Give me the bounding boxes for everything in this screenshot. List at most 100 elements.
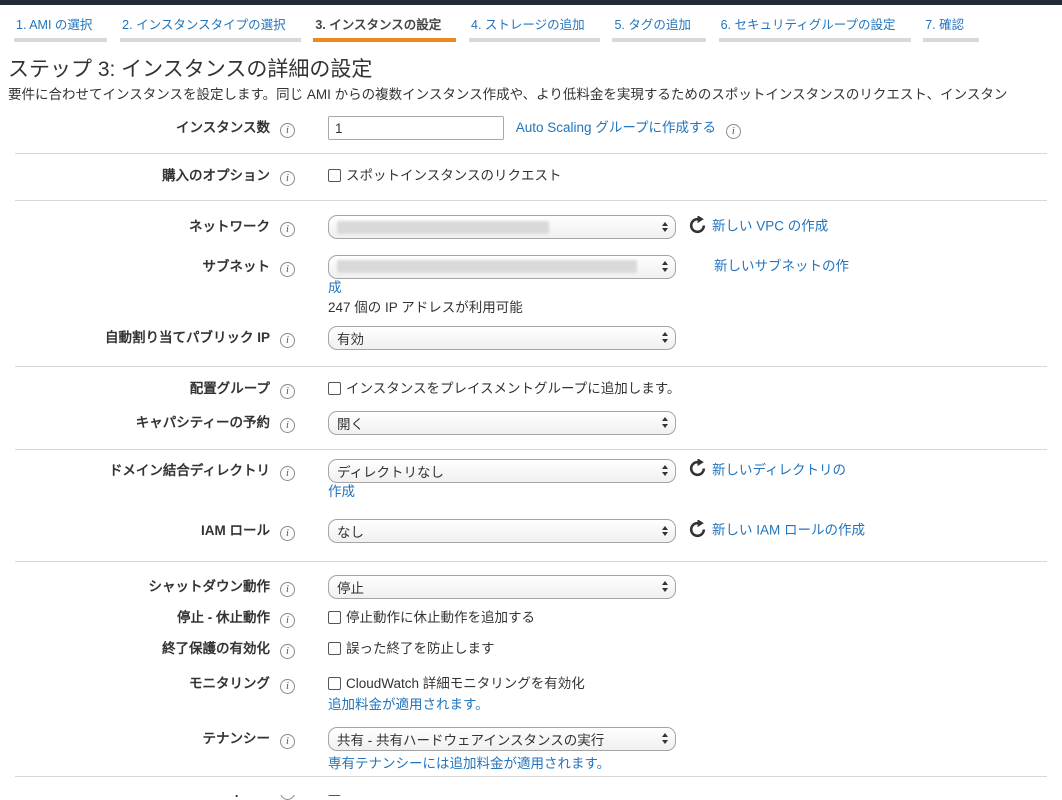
select-arrow-icon bbox=[662, 465, 668, 476]
info-icon[interactable] bbox=[280, 734, 295, 749]
tab-choose-ami[interactable]: 1. AMI の選択 bbox=[14, 11, 107, 42]
placement-group-label: 配置グループ bbox=[0, 380, 270, 397]
auto-assign-public-ip-select[interactable]: 有効 bbox=[328, 326, 676, 350]
select-arrow-icon bbox=[662, 526, 668, 537]
spacer bbox=[676, 269, 714, 270]
tenancy-label: テナンシー bbox=[0, 727, 270, 747]
termination-protection-checkbox-label: 誤った終了を防止します bbox=[346, 641, 495, 656]
tab-configure-security-group[interactable]: 6. セキュリティグループの設定 bbox=[719, 11, 911, 42]
create-iam-role-link[interactable]: 新しい IAM ロールの作成 bbox=[712, 523, 865, 538]
domain-join-directory-select[interactable]: ディレクトリなし bbox=[328, 459, 676, 483]
redacted-value bbox=[337, 260, 637, 273]
info-icon[interactable] bbox=[280, 171, 295, 186]
domain-join-directory-label: ドメイン結合ディレクトリ bbox=[0, 459, 270, 479]
spot-instance-checkbox[interactable] bbox=[328, 169, 341, 182]
spot-instance-checkbox-label: スポットインスタンスのリクエスト bbox=[346, 168, 561, 183]
tenancy-select[interactable]: 共有 - 共有ハードウェアインスタンスの実行 bbox=[328, 727, 676, 751]
stop-hibernate-checkbox[interactable] bbox=[328, 611, 341, 624]
info-icon[interactable] bbox=[280, 613, 295, 628]
subnet-label: サブネット bbox=[0, 255, 270, 275]
row-shutdown-behavior: シャットダウン動作 停止 bbox=[0, 575, 1062, 599]
tab-configure-instance[interactable]: 3. インスタンスの設定 bbox=[313, 11, 456, 42]
redacted-value bbox=[337, 221, 549, 234]
launch-into-autoscaling-link[interactable]: Auto Scaling グループに作成する bbox=[516, 120, 716, 135]
select-value: 開く bbox=[337, 413, 364, 433]
monitoring-pricing-note[interactable]: 追加料金が適用されます。 bbox=[328, 696, 876, 713]
monitoring-checkbox[interactable] bbox=[328, 677, 341, 690]
info-icon[interactable] bbox=[280, 262, 295, 277]
info-icon[interactable] bbox=[280, 418, 295, 433]
row-subnet: サブネット 新しいサブネットの作成 247 個の IP アドレスが利用可能 bbox=[0, 255, 1062, 316]
tenancy-pricing-note[interactable]: 専有テナンシーには追加料金が適用されます。 bbox=[328, 755, 876, 772]
row-termination-protection: 終了保護の有効化 誤った終了を防止します bbox=[0, 640, 1062, 659]
monitoring-label: モニタリング bbox=[0, 675, 270, 692]
info-icon[interactable] bbox=[280, 679, 295, 694]
row-placement-group: 配置グループ インスタンスをプレイスメントグループに追加します。 bbox=[0, 380, 1062, 399]
refresh-icon[interactable] bbox=[688, 520, 707, 544]
placement-group-checkbox-label: インスタンスをプレイスメントグループに追加します。 bbox=[346, 381, 680, 396]
tab-review[interactable]: 7. 確認 bbox=[923, 11, 979, 42]
row-purchase-option: 購入のオプション スポットインスタンスのリクエスト bbox=[0, 167, 1062, 186]
select-arrow-icon bbox=[662, 332, 668, 343]
termination-protection-label: 終了保護の有効化 bbox=[0, 640, 270, 657]
select-value: なし bbox=[337, 521, 364, 541]
row-iam-role: IAM ロール なし 新しい IAM ロールの作成 bbox=[0, 519, 1062, 544]
viewport-bottom-edge bbox=[0, 777, 1062, 795]
instance-count-label: インスタンス数 bbox=[0, 116, 270, 136]
stop-hibernate-checkbox-label: 停止動作に休止動作を追加する bbox=[346, 610, 535, 625]
stop-hibernate-label: 停止 - 休止動作 bbox=[0, 609, 270, 626]
purchase-option-label: 購入のオプション bbox=[0, 167, 270, 184]
placement-group-checkbox[interactable] bbox=[328, 382, 341, 395]
info-icon[interactable] bbox=[280, 582, 295, 597]
select-value: 有効 bbox=[337, 328, 364, 348]
tab-add-storage[interactable]: 4. ストレージの追加 bbox=[469, 11, 600, 42]
select-arrow-icon bbox=[662, 222, 668, 233]
separator bbox=[15, 776, 1047, 777]
info-icon[interactable] bbox=[726, 124, 741, 139]
select-value: 共有 - 共有ハードウェアインスタンスの実行 bbox=[337, 729, 604, 749]
select-arrow-icon bbox=[662, 417, 668, 428]
info-icon[interactable] bbox=[280, 644, 295, 659]
select-value: 停止 bbox=[337, 577, 364, 597]
info-icon[interactable] bbox=[280, 526, 295, 541]
iam-role-label: IAM ロール bbox=[0, 519, 270, 539]
row-stop-hibernate: 停止 - 休止動作 停止動作に休止動作を追加する bbox=[0, 609, 1062, 628]
tab-add-tags[interactable]: 5. タグの追加 bbox=[612, 11, 705, 42]
select-arrow-icon bbox=[662, 581, 668, 592]
refresh-icon[interactable] bbox=[688, 216, 707, 240]
row-instance-count: インスタンス数 Auto Scaling グループに作成する bbox=[0, 116, 1062, 140]
shutdown-behavior-select[interactable]: 停止 bbox=[328, 575, 676, 599]
select-arrow-icon bbox=[662, 261, 668, 272]
page-description: 要件に合わせてインスタンスを設定します。同じ AMI からの複数インスタンス作成… bbox=[8, 86, 1062, 103]
info-icon[interactable] bbox=[280, 222, 295, 237]
row-network: ネットワーク 新しい VPC の作成 bbox=[0, 215, 1062, 240]
termination-protection-checkbox[interactable] bbox=[328, 642, 341, 655]
row-monitoring: モニタリング CloudWatch 詳細モニタリングを有効化 追加料金が適用され… bbox=[0, 675, 1062, 713]
configure-instance-form: インスタンス数 Auto Scaling グループに作成する 購入のオプション … bbox=[0, 116, 1062, 800]
page-title: ステップ 3: インスタンスの詳細の設定 bbox=[8, 56, 1062, 83]
select-arrow-icon bbox=[662, 733, 668, 744]
select-value: ディレクトリなし bbox=[337, 461, 444, 481]
instance-count-input[interactable] bbox=[328, 116, 504, 140]
network-label: ネットワーク bbox=[0, 215, 270, 235]
tab-choose-instance-type[interactable]: 2. インスタンスタイプの選択 bbox=[120, 11, 300, 42]
info-icon[interactable] bbox=[280, 466, 295, 481]
iam-role-select[interactable]: なし bbox=[328, 519, 676, 543]
info-icon[interactable] bbox=[280, 384, 295, 399]
wizard-step-tabs: 1. AMI の選択 2. インスタンスタイプの選択 3. インスタンスの設定 … bbox=[0, 5, 1062, 42]
auto-assign-public-ip-label: 自動割り当てパブリック IP bbox=[0, 326, 270, 346]
shutdown-behavior-label: シャットダウン動作 bbox=[0, 575, 270, 595]
row-auto-assign-public-ip: 自動割り当てパブリック IP 有効 bbox=[0, 326, 1062, 350]
capacity-reservation-select[interactable]: 開く bbox=[328, 411, 676, 435]
info-icon[interactable] bbox=[280, 123, 295, 138]
create-vpc-link[interactable]: 新しい VPC の作成 bbox=[712, 219, 828, 234]
refresh-icon[interactable] bbox=[688, 459, 707, 483]
row-tenancy: テナンシー 共有 - 共有ハードウェアインスタンスの実行 専有テナンシーには追加… bbox=[0, 727, 1062, 772]
capacity-reservation-label: キャパシティーの予約 bbox=[0, 411, 270, 431]
subnet-select[interactable] bbox=[328, 255, 676, 279]
monitoring-checkbox-label: CloudWatch 詳細モニタリングを有効化 bbox=[346, 676, 585, 691]
network-select[interactable] bbox=[328, 215, 676, 239]
info-icon[interactable] bbox=[280, 333, 295, 348]
row-domain-join-directory: ドメイン結合ディレクトリ ディレクトリなし新しいディレクトリの作成 bbox=[0, 459, 1062, 502]
row-capacity-reservation: キャパシティーの予約 開く bbox=[0, 411, 1062, 435]
